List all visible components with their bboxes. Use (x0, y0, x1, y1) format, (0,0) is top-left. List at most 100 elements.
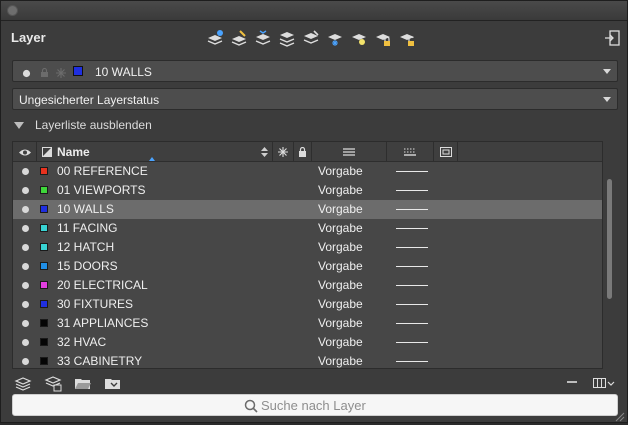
layer-name: 00 REFERENCE (57, 164, 148, 178)
layer-row[interactable]: 15 DOORS Vorgabe (13, 257, 602, 276)
columns-menu-icon[interactable] (593, 376, 615, 390)
layer-table: Name 00 REFERENCE Vorgabe 01 VIEWPORTS Vorg… (12, 141, 603, 369)
column-header-plot[interactable] (434, 142, 458, 162)
layer-list-toggle-label: Layerliste ausblenden (35, 118, 152, 132)
resize-grip-icon[interactable] (613, 410, 625, 422)
column-header-freeze[interactable] (273, 142, 294, 162)
layer-lineweight[interactable] (396, 285, 428, 286)
layer-on-icon[interactable] (22, 168, 29, 175)
column-header-name[interactable]: Name (37, 142, 273, 162)
layer-linetype[interactable]: Vorgabe (318, 202, 363, 216)
layer-linetype[interactable]: Vorgabe (318, 221, 363, 235)
freeze-column-icon (278, 147, 288, 157)
turn-off-layer-icon[interactable] (350, 28, 368, 48)
layer-name: 15 DOORS (57, 259, 118, 273)
new-layer-vp-frozen-icon[interactable] (230, 28, 248, 48)
layer-color-swatch[interactable] (40, 338, 48, 346)
layer-on-icon[interactable] (22, 263, 29, 270)
new-layer-icon[interactable] (206, 28, 224, 48)
layer-lineweight[interactable] (396, 323, 428, 324)
layer-row[interactable]: 32 HVAC Vorgabe (13, 333, 602, 352)
layer-on-icon[interactable] (22, 206, 29, 213)
layer-linetype[interactable]: Vorgabe (318, 259, 363, 273)
layer-linetype[interactable]: Vorgabe (318, 183, 363, 197)
layer-name: 01 VIEWPORTS (57, 183, 146, 197)
layer-linetype[interactable]: Vorgabe (318, 164, 363, 178)
layer-color-swatch[interactable] (40, 262, 48, 270)
scrollbar-thumb[interactable] (607, 179, 612, 299)
layer-row[interactable]: 11 FACING Vorgabe (13, 219, 602, 238)
layer-filter-icon[interactable] (14, 374, 32, 392)
layer-merge-icon[interactable] (254, 28, 272, 48)
open-folder-icon[interactable] (74, 374, 92, 392)
close-button[interactable] (7, 5, 18, 16)
layer-unisolate-icon[interactable] (302, 28, 320, 48)
layer-linetype[interactable]: Vorgabe (318, 297, 363, 311)
layer-row[interactable]: 33 CABINETRY Vorgabe (13, 352, 602, 368)
layer-lineweight[interactable] (396, 171, 428, 172)
layer-lineweight[interactable] (396, 266, 428, 267)
layer-row[interactable]: 01 VIEWPORTS Vorgabe (13, 181, 602, 200)
collapse-minus-icon[interactable] (567, 381, 577, 383)
layer-linetype[interactable]: Vorgabe (318, 240, 363, 254)
current-layer-dropdown[interactable]: 10 WALLS (12, 60, 618, 82)
column-header-linetype[interactable] (312, 142, 387, 162)
layer-linetype[interactable]: Vorgabe (318, 316, 363, 330)
layer-lineweight[interactable] (396, 361, 428, 362)
layer-name: 12 HATCH (57, 240, 115, 254)
dropdown-arrow-icon (603, 69, 611, 74)
unlock-layer-icon[interactable] (398, 28, 416, 48)
layer-color-swatch[interactable] (40, 167, 48, 175)
layer-search-field[interactable] (12, 394, 618, 416)
layer-lineweight[interactable] (396, 304, 428, 305)
layer-linetype[interactable]: Vorgabe (318, 335, 363, 349)
column-header-lock[interactable] (294, 142, 312, 162)
layer-on-icon[interactable] (22, 282, 29, 289)
column-header-lineweight[interactable] (387, 142, 434, 162)
layer-on-icon[interactable] (22, 244, 29, 251)
layer-on-icon[interactable] (22, 301, 29, 308)
freeze-layer-icon[interactable] (326, 28, 344, 48)
layer-on-icon[interactable] (22, 187, 29, 194)
title-bar[interactable] (1, 1, 627, 21)
current-layer-color-swatch (73, 66, 83, 76)
layer-color-swatch[interactable] (40, 205, 48, 213)
layer-lineweight[interactable] (396, 190, 428, 191)
sort-arrows-icon (261, 147, 268, 157)
layer-state-dropdown[interactable]: Ungesicherter Layerstatus (12, 88, 618, 110)
layer-on-icon[interactable] (22, 225, 29, 232)
eye-icon (18, 149, 31, 155)
bottom-toolbar (14, 374, 122, 392)
color-column-icon (42, 147, 52, 157)
layer-row[interactable]: 12 HATCH Vorgabe (13, 238, 602, 257)
layer-lineweight[interactable] (396, 209, 428, 210)
layer-lineweight[interactable] (396, 228, 428, 229)
layer-isolate-icon[interactable] (278, 28, 296, 48)
layer-color-swatch[interactable] (40, 186, 48, 194)
layer-color-swatch[interactable] (40, 224, 48, 232)
layer-row[interactable]: 20 ELECTRICAL Vorgabe (13, 276, 602, 295)
layer-color-swatch[interactable] (40, 357, 48, 365)
layer-color-swatch[interactable] (40, 243, 48, 251)
layer-row[interactable]: 00 REFERENCE Vorgabe (13, 162, 602, 181)
layer-on-icon[interactable] (22, 358, 29, 365)
layer-lineweight[interactable] (396, 247, 428, 248)
layer-color-swatch[interactable] (40, 281, 48, 289)
search-input[interactable] (261, 397, 461, 414)
lock-layer-icon[interactable] (374, 28, 392, 48)
layer-on-icon[interactable] (22, 339, 29, 346)
layer-row[interactable]: 10 WALLS Vorgabe (13, 200, 602, 219)
layer-row[interactable]: 30 FIXTURES Vorgabe (13, 295, 602, 314)
column-header-visibility[interactable] (13, 142, 37, 162)
group-folder-icon[interactable] (104, 374, 122, 392)
layer-lineweight[interactable] (396, 342, 428, 343)
layer-linetype[interactable]: Vorgabe (318, 278, 363, 292)
dropdown-arrow-icon (603, 97, 611, 102)
layer-color-swatch[interactable] (40, 319, 48, 327)
layer-properties-filter-icon[interactable] (44, 374, 62, 392)
layer-row[interactable]: 31 APPLIANCES Vorgabe (13, 314, 602, 333)
layer-on-icon[interactable] (22, 320, 29, 327)
dock-panel-icon[interactable] (603, 28, 621, 48)
layer-color-swatch[interactable] (40, 300, 48, 308)
layer-linetype[interactable]: Vorgabe (318, 354, 363, 368)
